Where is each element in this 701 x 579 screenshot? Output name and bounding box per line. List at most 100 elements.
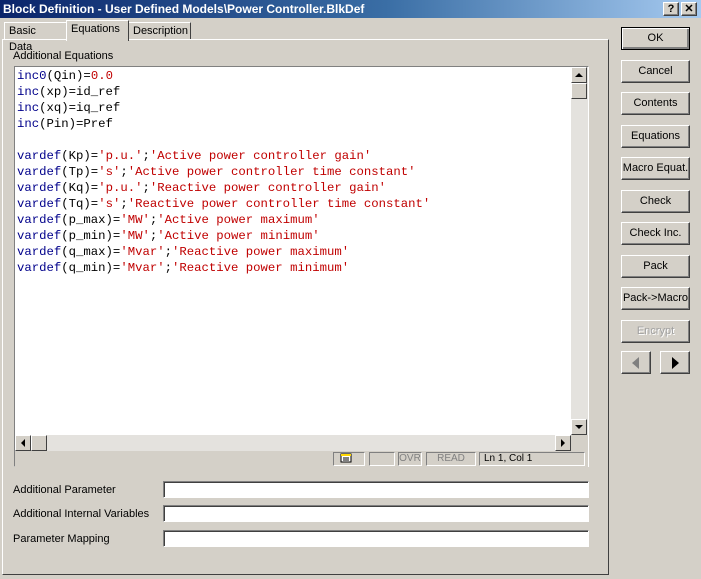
code-token: inc: [17, 85, 40, 99]
arrow-up-icon: [575, 73, 583, 77]
code-token: (Kq)=: [61, 181, 99, 195]
check-button[interactable]: Check: [621, 190, 690, 213]
check-inc-button[interactable]: Check Inc.: [621, 222, 690, 245]
code-token: inc: [17, 101, 40, 115]
equations-editor[interactable]: inc0(Qin)=0.0 inc(xp)=id_ref inc(xq)=iq_re…: [14, 66, 589, 467]
code-token: 'Reactive power minimum': [172, 261, 350, 275]
code-token: ;: [142, 181, 150, 195]
code-token: inc: [17, 117, 40, 131]
pack-macro-button[interactable]: Pack->Macro: [621, 287, 690, 310]
parameter-mapping-label: Parameter Mapping: [13, 533, 110, 545]
code-token: inc0: [17, 69, 47, 83]
additional-parameter-input[interactable]: [163, 481, 589, 498]
horizontal-scrollbar[interactable]: [15, 435, 571, 451]
scroll-right-button[interactable]: [555, 435, 571, 451]
equations-text[interactable]: inc0(Qin)=0.0 inc(xp)=id_ref inc(xq)=iq_re…: [17, 68, 571, 434]
window-titlebar: Block Definition - User Defined Models\P…: [0, 0, 701, 18]
code-token: ;: [142, 149, 150, 163]
scroll-left-button[interactable]: [15, 435, 31, 451]
code-token: (Tq)=: [61, 197, 99, 211]
code-token: ;: [120, 165, 128, 179]
code-token: (Qin)=: [46, 69, 91, 83]
scroll-down-button[interactable]: [571, 419, 587, 435]
code-token: 'Mvar': [120, 261, 165, 275]
macro-equat-button[interactable]: Macro Equat.: [621, 157, 690, 180]
code-token: (Kp)=: [61, 149, 99, 163]
code-token: (xq)=iq_ref: [39, 101, 121, 115]
code-token: 'Active power maximum': [157, 213, 320, 227]
code-token: 's': [98, 165, 121, 179]
status-empty-field: [369, 452, 395, 466]
arrow-right-icon: [561, 439, 565, 447]
code-line: vardef(q_min)='Mvar';'Reactive power min…: [17, 260, 571, 276]
additional-internal-variables-label: Additional Internal Variables: [13, 508, 150, 520]
code-token: vardef: [17, 165, 62, 179]
code-token: (q_min)=: [61, 261, 121, 275]
insert-table-icon[interactable]: [333, 452, 365, 466]
scroll-corner: [571, 435, 588, 451]
code-token: (q_max)=: [61, 245, 121, 259]
code-line: inc(Pin)=Pref: [17, 116, 571, 132]
code-token: 'MW': [120, 213, 150, 227]
code-token: ;: [164, 261, 172, 275]
code-token: 'Mvar': [120, 245, 165, 259]
code-line: inc0(Qin)=0.0: [17, 68, 571, 84]
status-cursor-position: Ln 1, Col 1: [479, 452, 585, 466]
code-token: 'Active power minimum': [157, 229, 320, 243]
scroll-up-button[interactable]: [571, 67, 587, 83]
arrow-left-icon: [21, 439, 25, 447]
equations-button[interactable]: Equations: [621, 125, 690, 148]
status-read: READ: [426, 452, 476, 466]
vertical-scrollbar[interactable]: [571, 67, 588, 435]
code-line: vardef(Kq)='p.u.';'Reactive power contro…: [17, 180, 571, 196]
code-line: inc(xq)=iq_ref: [17, 100, 571, 116]
code-token: (p_max)=: [61, 213, 121, 227]
code-line: vardef(p_max)='MW';'Active power maximum…: [17, 212, 571, 228]
status-ovr: OVR: [398, 452, 422, 466]
code-line: vardef(Kp)='p.u.';'Active power controll…: [17, 148, 571, 164]
hscroll-thumb[interactable]: [31, 435, 47, 451]
code-token: 'p.u.': [98, 149, 143, 163]
help-button[interactable]: ?: [663, 2, 679, 16]
code-token: 'Active power controller time constant': [127, 165, 416, 179]
tab-basic-data[interactable]: Basic Data: [4, 22, 67, 53]
code-token: 'MW': [120, 229, 150, 243]
code-line: vardef(Tq)='s';'Reactive power controlle…: [17, 196, 571, 212]
code-token: vardef: [17, 245, 62, 259]
tab-description[interactable]: Description: [128, 22, 191, 40]
code-line: vardef(p_min)='MW';'Active power minimum…: [17, 228, 571, 244]
encrypt-button: Encrypt: [621, 320, 690, 343]
next-button[interactable]: [660, 351, 690, 374]
previous-button[interactable]: [621, 351, 651, 374]
code-token: 'Active power controller gain': [149, 149, 372, 163]
parameter-mapping-input[interactable]: [163, 530, 589, 547]
scroll-thumb[interactable]: [571, 83, 587, 99]
ok-button[interactable]: OK: [621, 27, 690, 50]
code-token: (Pin)=Pref: [39, 117, 113, 131]
code-token: vardef: [17, 213, 62, 227]
code-token: vardef: [17, 229, 62, 243]
additional-internal-variables-input[interactable]: [163, 505, 589, 522]
code-line: inc(xp)=id_ref: [17, 84, 571, 100]
window-title: Block Definition - User Defined Models\P…: [3, 2, 365, 16]
triangle-left-icon: [632, 357, 639, 369]
additional-equations-label: Additional Equations: [13, 50, 114, 62]
code-token: 'p.u.': [98, 181, 143, 195]
code-token: ;: [164, 245, 172, 259]
code-line: vardef(Tp)='s';'Active power controller …: [17, 164, 571, 180]
code-token: 'Reactive power controller gain': [149, 181, 386, 195]
code-token: 'Reactive power maximum': [172, 245, 350, 259]
close-button[interactable]: ✕: [681, 2, 697, 16]
code-token: vardef: [17, 149, 62, 163]
code-token: (p_min)=: [61, 229, 121, 243]
contents-button[interactable]: Contents: [621, 92, 690, 115]
code-token: vardef: [17, 181, 62, 195]
arrow-down-icon: [575, 425, 583, 429]
cancel-button[interactable]: Cancel: [621, 60, 690, 83]
pack-button[interactable]: Pack: [621, 255, 690, 278]
tab-equations[interactable]: Equations: [66, 20, 129, 41]
code-token: ;: [120, 197, 128, 211]
code-token: 'Reactive power controller time constant…: [127, 197, 431, 211]
code-token: (Tp)=: [61, 165, 99, 179]
